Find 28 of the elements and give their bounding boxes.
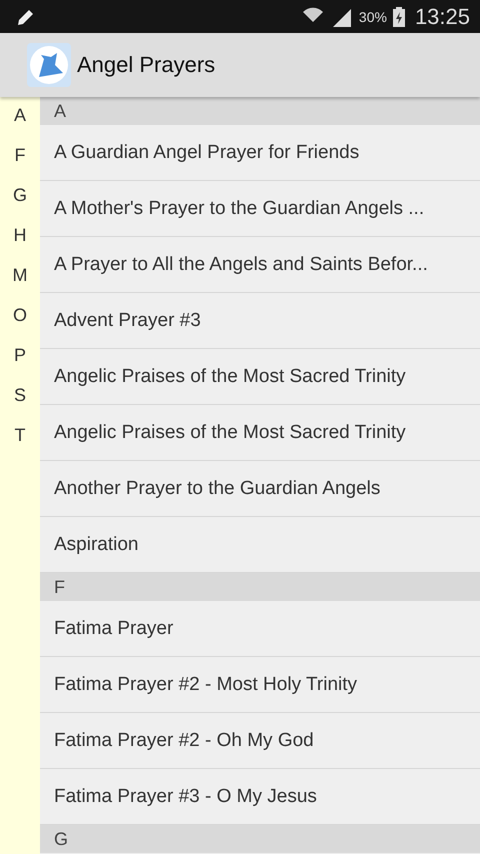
battery-percent: 30% — [358, 8, 387, 24]
index-letter[interactable]: O — [12, 305, 27, 345]
index-letter[interactable]: A — [14, 105, 26, 145]
index-letter[interactable]: G — [12, 185, 27, 225]
prayer-list-item[interactable]: Another Prayer to the Guardian Angels — [40, 461, 480, 517]
prayer-list-item[interactable]: A Guardian Angel Prayer for Friends — [40, 125, 480, 181]
index-letter[interactable]: S — [14, 385, 26, 425]
app-title: Angel Prayers — [77, 52, 216, 78]
clock-time: 13:25 — [414, 4, 470, 30]
prayer-list-item[interactable]: Angelic Praises of the Most Sacred Trinity — [40, 405, 480, 461]
signal-icon — [330, 6, 353, 26]
index-letter[interactable]: F — [14, 145, 26, 185]
prayer-list-item[interactable]: Fatima Prayer #2 - Most Holy Trinity — [40, 657, 480, 713]
index-letter[interactable]: M — [12, 265, 28, 305]
section-header: G — [40, 825, 480, 853]
prayer-list-item[interactable]: Advent Prayer #3 — [40, 293, 480, 349]
prayer-list-item[interactable]: A Prayer to All the Angels and Saints Befor... — [40, 237, 480, 293]
section-header: F — [40, 573, 480, 601]
battery-icon — [392, 6, 405, 26]
prayer-list-item[interactable]: Fatima Prayer — [40, 601, 480, 657]
index-letter[interactable]: P — [14, 345, 26, 385]
index-letter[interactable]: T — [14, 425, 26, 465]
prayer-list-item[interactable]: Fatima Prayer #2 - Oh My God — [40, 713, 480, 769]
prayer-list-item[interactable]: A Mother's Prayer to the Guardian Angels ... — [40, 181, 480, 237]
app-logo-icon[interactable] — [27, 43, 71, 87]
prayer-list-item[interactable]: Angelic Praises of the Most Sacred Trinity — [40, 349, 480, 405]
index-letter[interactable]: H — [14, 225, 26, 265]
section-header: A — [40, 97, 480, 125]
